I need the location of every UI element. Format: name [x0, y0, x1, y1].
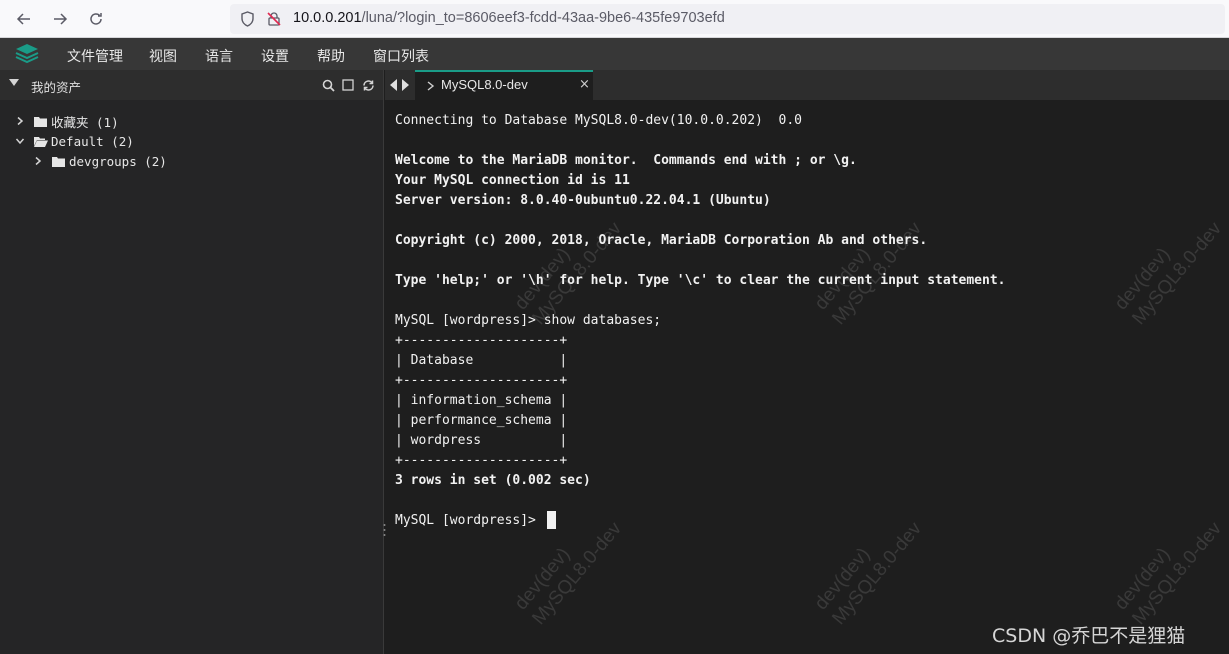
terminal-line: MySQL [wordpress]> show databases; — [395, 313, 662, 328]
url-host: 10.0.0.201 — [293, 10, 362, 26]
terminal-line: Copyright (c) 2000, 2018, Oracle, MariaD… — [395, 233, 928, 248]
watermark-line: MySQL8.0-dev — [828, 518, 926, 629]
browser-toolbar: 10.0.0.201/luna/?login_to=8606eef3-fcdd-… — [0, 0, 1229, 38]
menu-file-management[interactable]: 文件管理 — [67, 46, 123, 66]
sidebar-header: 我的资产 — [0, 70, 383, 100]
tree-node-label: devgroups (2) — [69, 153, 167, 169]
menu-language[interactable]: 语言 — [205, 46, 233, 66]
terminal-line: Your MySQL connection id is 11 — [395, 173, 630, 188]
tree-node-favorites[interactable]: 收藏夹 (1) — [14, 111, 119, 131]
search-icon[interactable] — [321, 78, 335, 92]
terminal-line: 3 rows in set (0.002 sec) — [395, 473, 591, 488]
reload-icon[interactable] — [84, 7, 108, 31]
url-text: 10.0.0.201/luna/?login_to=8606eef3-fcdd-… — [293, 10, 725, 26]
collapse-caret-icon[interactable] — [9, 79, 19, 86]
tab-mysql8-dev[interactable]: MySQL8.0-dev × — [415, 70, 593, 100]
menu-window-list[interactable]: 窗口列表 — [373, 46, 429, 66]
forward-icon[interactable] — [48, 7, 72, 31]
splitter-handle[interactable] — [383, 522, 386, 536]
terminal-line: Type 'help;' or '\h' for help. Type '\c'… — [395, 273, 1006, 288]
terminal-line: +--------------------+ — [395, 453, 568, 468]
tree-node-devgroups[interactable]: devgroups (2) — [32, 151, 167, 171]
chevron-right-icon[interactable] — [14, 115, 26, 127]
folder-open-icon — [34, 135, 48, 147]
refresh-icon[interactable] — [361, 78, 375, 92]
back-icon[interactable] — [12, 7, 36, 31]
tree-node-label: Default (2) — [51, 133, 134, 149]
terminal-line: Connecting to Database MySQL8.0-dev(10.0… — [395, 113, 802, 128]
watermark-line: MySQL8.0-dev — [1128, 518, 1226, 629]
watermark: dev(dev) MySQL8.0-dev — [810, 203, 927, 330]
terminal-icon — [426, 78, 440, 92]
sidebar-title: 我的资产 — [31, 80, 82, 95]
shield-icon[interactable] — [238, 10, 256, 28]
menu-settings[interactable]: 设置 — [261, 46, 289, 66]
menu-help[interactable]: 帮助 — [317, 46, 345, 66]
terminal-line: | Database | — [395, 353, 568, 368]
folder-icon — [34, 115, 48, 127]
watermark-line: dev(dev) — [1110, 244, 1175, 315]
terminal-cursor — [547, 511, 556, 529]
watermark: dev(dev) MySQL8.0-dev — [1110, 203, 1227, 330]
menu-view[interactable]: 视图 — [149, 46, 177, 66]
insecure-lock-icon[interactable] — [265, 10, 283, 28]
square-icon[interactable] — [341, 78, 355, 92]
tree-node-label: 收藏夹 (1) — [51, 114, 119, 130]
close-icon[interactable]: × — [579, 77, 590, 92]
terminal-line: +--------------------+ — [395, 373, 568, 388]
chevron-right-icon[interactable] — [32, 155, 44, 167]
watermark-line: dev(dev) — [510, 244, 575, 315]
terminal-line: | performance_schema | — [395, 413, 568, 428]
watermark: dev(dev) MySQL8.0-dev — [1110, 503, 1227, 630]
terminal-line: | information_schema | — [395, 393, 568, 408]
terminal-prompt: MySQL [wordpress]> — [395, 513, 544, 528]
tree-node-default[interactable]: Default (2) — [14, 131, 134, 151]
url-path: /luna/?login_to=8606eef3-fcdd-43aa-9be6-… — [361, 10, 725, 26]
watermark-line: dev(dev) — [810, 244, 875, 315]
watermark-line: MySQL8.0-dev — [528, 518, 626, 629]
tab-next-icon[interactable] — [402, 79, 409, 91]
app-logo-icon — [14, 42, 40, 66]
terminal-line: +--------------------+ — [395, 333, 568, 348]
watermark-line: MySQL8.0-dev — [1128, 218, 1226, 329]
tab-bar: MySQL8.0-dev × — [385, 70, 1229, 100]
asset-sidebar: 我的资产 收藏夹 (1) Default (2) devgroups (2) — [0, 70, 384, 654]
menu-bar: 文件管理 视图 语言 设置 帮助 窗口列表 — [0, 38, 1229, 70]
tab-label: MySQL8.0-dev — [441, 77, 528, 92]
terminal-line: Server version: 8.0.40-0ubuntu0.22.04.1 … — [395, 193, 771, 208]
folder-icon — [52, 155, 66, 167]
terminal-screen[interactable]: Connecting to Database MySQL8.0-dev(10.0… — [385, 100, 1229, 654]
tab-prev-icon[interactable] — [390, 79, 397, 91]
csdn-credit: CSDN @乔巴不是狸猫 — [992, 625, 1186, 647]
watermark-line: dev(dev) — [1110, 544, 1175, 615]
terminal-line: | wordpress | — [395, 433, 568, 448]
watermark-line: dev(dev) — [810, 544, 875, 615]
chevron-down-icon[interactable] — [14, 135, 26, 147]
terminal-line: Welcome to the MariaDB monitor. Commands… — [395, 153, 857, 168]
watermark: dev(dev) MySQL8.0-dev — [810, 503, 927, 630]
address-bar[interactable]: 10.0.0.201/luna/?login_to=8606eef3-fcdd-… — [230, 4, 1225, 34]
